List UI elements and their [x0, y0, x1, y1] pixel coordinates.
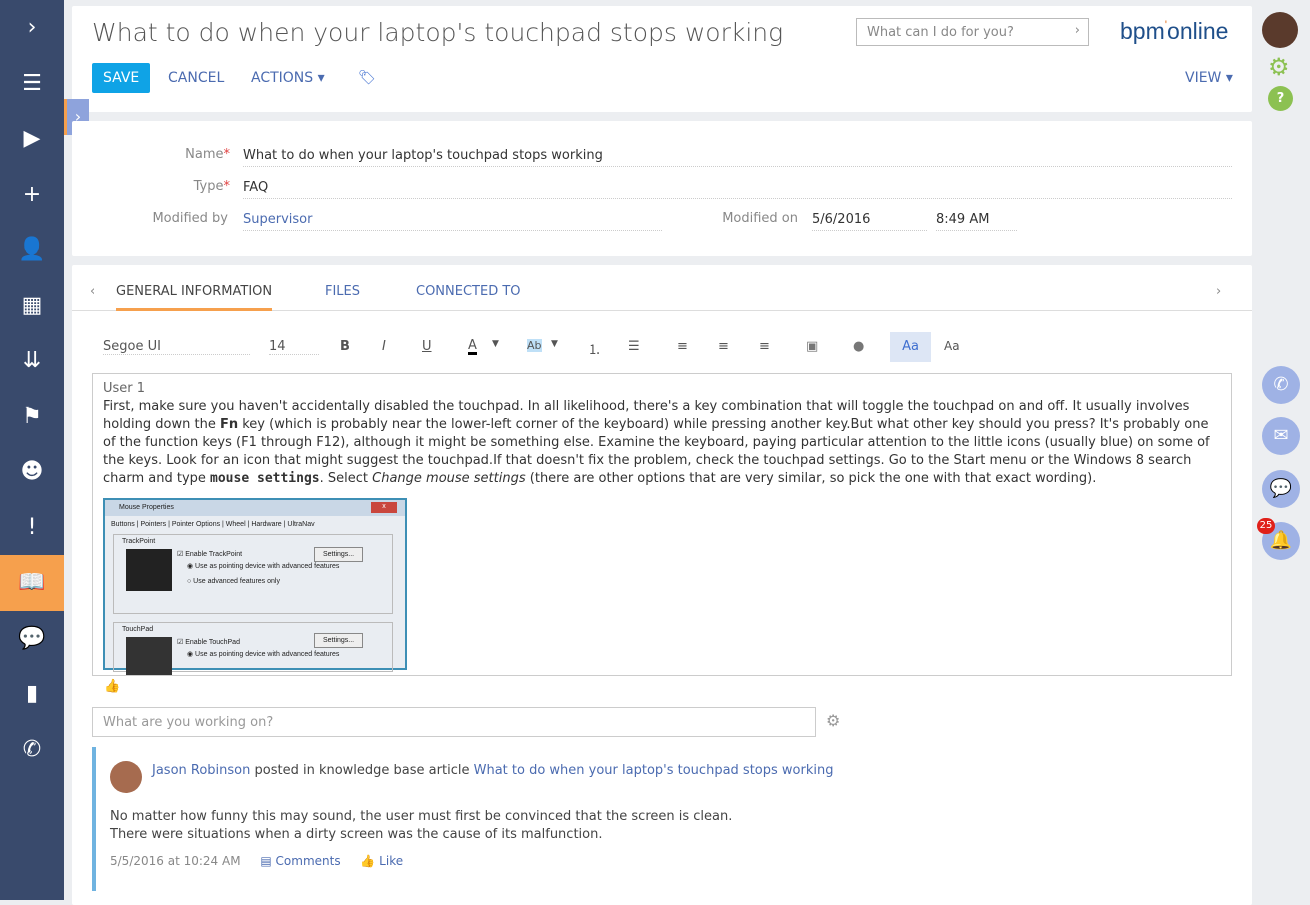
comments-link[interactable]: ▤ Comments — [260, 854, 340, 868]
chevron-down-icon[interactable]: ▼ — [551, 339, 558, 349]
modified-by-link[interactable]: Supervisor — [243, 209, 662, 231]
flag-icon[interactable]: ⚑ — [0, 389, 64, 445]
italic-button[interactable]: I — [382, 339, 386, 354]
tab-bar: ‹ GENERAL INFORMATION FILES CONNECTED TO… — [72, 265, 1252, 311]
modified-by-label: Modified by — [152, 211, 228, 226]
image-text: ◉ Use as pointing device with advanced f… — [187, 563, 340, 570]
phone-icon[interactable]: ✆ — [0, 722, 64, 778]
article-body: First, make sure you haven't accidentall… — [103, 399, 1210, 486]
knowledge-base-icon[interactable]: 📖 — [0, 555, 64, 611]
chat-icon[interactable]: 💬 — [1262, 470, 1300, 508]
tag-icon[interactable]: 🏷 — [358, 70, 376, 86]
align-left-icon[interactable]: ≡ — [677, 339, 688, 354]
author-link[interactable]: Jason Robinson — [152, 763, 250, 778]
post-action: posted in knowledge base article — [254, 763, 470, 778]
highlight-button[interactable]: Ab — [527, 339, 542, 352]
article-editor[interactable]: User 1 First, make sure you haven't acci… — [92, 373, 1232, 676]
logo: bpm'online — [1120, 18, 1229, 44]
tabs-prev-icon[interactable]: ‹ — [90, 284, 95, 299]
underline-button[interactable]: U — [422, 339, 432, 354]
image-icon[interactable]: ▣ — [806, 339, 818, 354]
type-field[interactable]: FAQ — [243, 177, 1232, 199]
page-title: What to do when your laptop's touchpad s… — [92, 18, 784, 47]
font-family-select[interactable]: Segoe UI — [103, 339, 250, 355]
close-icon: x — [371, 502, 397, 513]
image-text: ◉ Use as pointing device with advanced f… — [187, 651, 340, 658]
font-size-select[interactable]: 14 — [269, 339, 319, 355]
menu-icon[interactable]: ☰ — [0, 56, 64, 112]
tab-connected-to[interactable]: CONNECTED TO — [416, 284, 521, 299]
globe-icon[interactable]: ● — [853, 339, 864, 354]
avatar — [110, 761, 142, 793]
post-input[interactable]: What are you working on? — [92, 707, 816, 737]
modified-time: 8:49 AM — [936, 209, 1017, 231]
help-icon[interactable]: ? — [1268, 86, 1293, 111]
phone-icon[interactable]: ✆ — [1262, 366, 1300, 404]
image-text: Settings... — [314, 547, 364, 562]
bullet-list-icon[interactable]: ☰ — [628, 339, 640, 354]
name-label: Name* — [185, 147, 230, 162]
play-icon[interactable]: ▶ — [0, 111, 64, 167]
view-button[interactable]: VIEW ▾ — [1185, 70, 1233, 86]
article-link[interactable]: What to do when your laptop's touchpad s… — [474, 763, 834, 778]
numbered-list-icon[interactable]: ⒈ — [588, 339, 601, 358]
command-search-input[interactable]: What can I do for you? › — [856, 18, 1089, 46]
post-date: 5/5/2016 at 10:24 AM — [110, 854, 241, 868]
like-article-icon[interactable]: 👍 — [104, 679, 120, 694]
actions-button[interactable]: ACTIONS ▾ — [251, 70, 325, 86]
align-center-icon[interactable]: ≡ — [718, 339, 729, 354]
gear-icon[interactable]: ⚙ — [1268, 53, 1290, 81]
name-field[interactable]: What to do when your laptop's touchpad s… — [243, 145, 1232, 167]
bold-button[interactable]: B — [340, 339, 350, 354]
cancel-button[interactable]: CANCEL — [168, 70, 224, 86]
record-card: Name* What to do when your laptop's touc… — [72, 121, 1252, 256]
user-avatar[interactable] — [1262, 12, 1298, 48]
save-button[interactable]: SAVE — [92, 63, 151, 93]
cases-icon[interactable]: ! — [0, 500, 64, 556]
mouse-properties-screenshot: Mouse Properties x Buttons | Pointers | … — [103, 498, 407, 675]
like-link[interactable]: 👍 Like — [360, 854, 403, 868]
email-icon[interactable]: ✉ — [1262, 417, 1300, 455]
sidebar: › ☰ ▶ + 👤 ▦ ⇊ ⚑ ☻! 📖 💬 ▮ ✆ — [0, 0, 64, 900]
article-heading: User 1 — [103, 381, 146, 396]
agent-icon[interactable]: ☻ — [0, 444, 64, 500]
font-color-button[interactable]: A — [468, 339, 477, 355]
notification-badge: 25 — [1257, 518, 1275, 534]
contact-icon[interactable]: 👤 — [0, 222, 64, 278]
tabs-next-icon[interactable]: › — [1216, 284, 1221, 299]
post-text: No matter how funny this may sound, the … — [110, 809, 733, 842]
image-tabs: Buttons | Pointers | Pointer Options | W… — [111, 521, 315, 528]
analytics-icon[interactable]: ▮ — [0, 666, 64, 722]
chevron-right-icon[interactable]: › — [0, 0, 64, 56]
style-button[interactable]: Aa — [944, 339, 960, 353]
gear-icon[interactable]: ⚙ — [826, 711, 840, 730]
align-right-icon[interactable]: ≡ — [759, 339, 770, 354]
image-window-title: Mouse Properties — [105, 500, 405, 516]
feed-post: Jason Robinson posted in knowledge base … — [92, 747, 1092, 891]
chevron-right-icon[interactable]: › — [1075, 23, 1080, 38]
style-button-active[interactable]: Aa — [890, 332, 931, 362]
modified-date: 5/6/2016 — [812, 209, 927, 231]
header-card: What to do when your laptop's touchpad s… — [72, 6, 1252, 112]
details-card: ‹ GENERAL INFORMATION FILES CONNECTED TO… — [72, 265, 1252, 905]
tab-general-information[interactable]: GENERAL INFORMATION — [116, 284, 273, 311]
plus-icon[interactable]: + — [0, 167, 64, 223]
type-label: Type* — [193, 179, 230, 194]
leads-icon[interactable]: ⇊ — [0, 333, 64, 389]
search-placeholder: What can I do for you? — [867, 25, 1014, 40]
feed-icon[interactable]: 💬 — [0, 611, 64, 667]
image-trackpoint: TrackPoint — [122, 538, 156, 545]
chevron-down-icon[interactable]: ▼ — [492, 339, 499, 349]
image-text: Settings... — [314, 633, 364, 648]
tab-files[interactable]: FILES — [325, 284, 360, 299]
modified-on-label: Modified on — [722, 211, 798, 226]
image-text: ○ Use advanced features only — [187, 578, 280, 585]
accounts-icon[interactable]: ▦ — [0, 278, 64, 334]
